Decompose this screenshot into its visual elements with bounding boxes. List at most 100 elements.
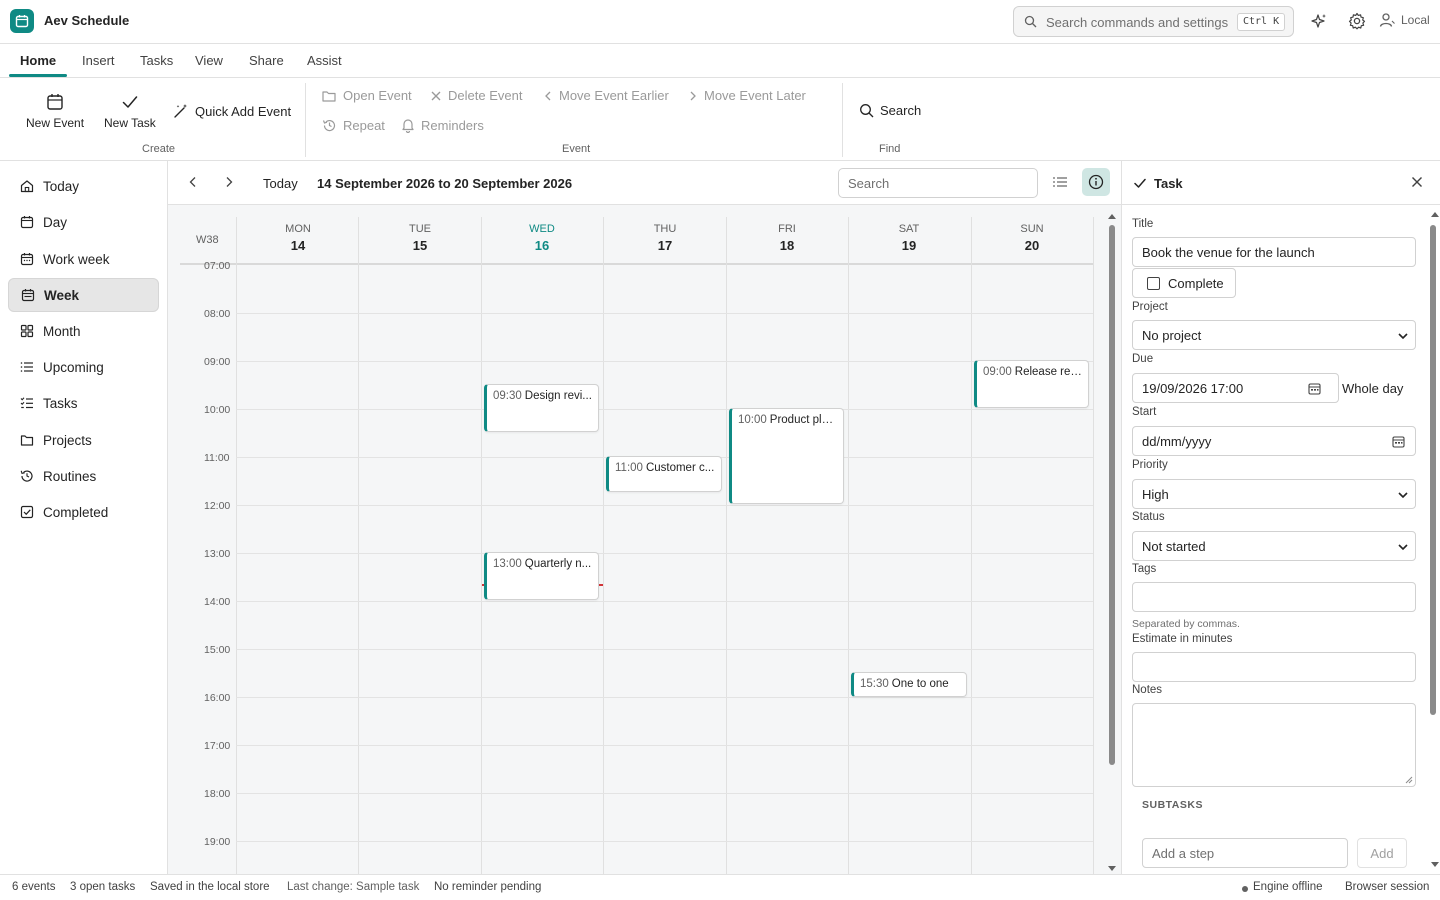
calendar-picker-icon[interactable] xyxy=(1308,382,1321,395)
new-event-button[interactable]: New Event xyxy=(26,92,84,130)
move-later-label: Move Event Later xyxy=(704,88,806,103)
tab-assist[interactable]: Assist xyxy=(307,53,342,68)
scrollbar-thumb[interactable] xyxy=(1109,225,1115,765)
week-calendar: Today 14 September 2026 to 20 September … xyxy=(168,161,1121,874)
start-label: Start xyxy=(1132,406,1157,418)
add-subtask-button[interactable]: Add xyxy=(1357,838,1407,868)
complete-toggle[interactable]: Complete xyxy=(1132,268,1236,298)
list-view-button[interactable] xyxy=(1052,175,1068,189)
calendar-event[interactable]: 09:30 Design revi... xyxy=(484,384,599,432)
delete-event-button[interactable]: Delete Event xyxy=(430,88,522,103)
find-search-label: Search xyxy=(880,103,922,118)
checkbox[interactable] xyxy=(1147,276,1160,290)
sidebar-item-routines[interactable]: Routines xyxy=(8,459,159,493)
title-input[interactable]: Book the venue for the launch xyxy=(1132,237,1416,267)
event-time: 15:30 xyxy=(860,678,889,690)
sidebar-item-upcoming[interactable]: Upcoming xyxy=(8,350,159,384)
command-search-placeholder: Search commands and settings xyxy=(1046,15,1229,30)
sidebar-item-completed[interactable]: Completed xyxy=(8,495,159,529)
close-panel-button[interactable] xyxy=(1411,176,1423,188)
sidebar-item-tasks[interactable]: Tasks xyxy=(8,386,159,420)
user-account-button[interactable]: Local xyxy=(1379,12,1430,28)
tab-tasks[interactable]: Tasks xyxy=(140,53,173,68)
hour-line xyxy=(236,313,1093,314)
status-select[interactable]: Not started xyxy=(1132,531,1416,561)
event-title: One to one xyxy=(891,678,949,690)
add-step-input[interactable]: Add a step xyxy=(1142,838,1348,868)
hour-label: 07:00 xyxy=(204,260,231,272)
notes-textarea[interactable] xyxy=(1132,703,1416,787)
engine-status: Engine offline xyxy=(1253,881,1323,893)
previous-week-button[interactable] xyxy=(186,175,200,189)
sidebar-item-month[interactable]: Month xyxy=(8,314,159,348)
day-header[interactable]: SUN 20 xyxy=(971,223,1093,253)
resize-grip-icon[interactable] xyxy=(1405,776,1413,784)
today-button[interactable]: Today xyxy=(263,176,298,191)
move-earlier-label: Move Event Earlier xyxy=(559,88,669,103)
new-task-button[interactable]: New Task xyxy=(104,92,156,130)
quick-add-event-button[interactable]: Quick Add Event xyxy=(173,103,291,119)
tags-input[interactable] xyxy=(1132,582,1416,612)
day-name: SUN xyxy=(1020,223,1044,235)
whole-day-toggle[interactable]: Whole day xyxy=(1342,381,1403,396)
day-header[interactable]: MON 14 xyxy=(237,223,359,253)
priority-select[interactable]: High xyxy=(1132,479,1416,509)
search-icon xyxy=(1024,15,1037,28)
open-event-button[interactable]: Open Event xyxy=(322,88,412,103)
tab-view[interactable]: View xyxy=(195,53,223,68)
scroll-down-arrow-icon[interactable] xyxy=(1108,866,1116,872)
calendar-event[interactable]: 11:00 Customer c... xyxy=(606,456,722,492)
move-earlier-button[interactable]: Move Event Earlier xyxy=(543,88,669,103)
calendar-event[interactable]: 09:00 Release rea... xyxy=(974,360,1089,408)
sidebar-item-label: Work week xyxy=(43,251,110,267)
day-header[interactable]: THU 17 xyxy=(604,223,726,253)
details-pane-toggle-button[interactable] xyxy=(1082,168,1110,196)
move-later-button[interactable]: Move Event Later xyxy=(688,88,806,103)
next-week-button[interactable] xyxy=(222,175,236,189)
day-header-today[interactable]: WED 16 xyxy=(481,223,603,253)
due-datetime-input[interactable]: 19/09/2026 17:00 xyxy=(1132,373,1339,403)
day-header[interactable]: FRI 18 xyxy=(726,223,848,253)
week-grid[interactable]: W38 MON 14 TUE 15 WED 16 THU 17 FRI 18 SAT 19 … xyxy=(168,205,1121,874)
settings-gear-button[interactable] xyxy=(1348,12,1366,30)
app-logo-icon xyxy=(10,9,34,33)
active-tab-indicator xyxy=(9,74,67,77)
event-title: Quarterly n... xyxy=(524,558,592,570)
checkmark-icon xyxy=(1133,176,1147,190)
calendar-event[interactable]: 10:00 Product pla... xyxy=(729,408,844,504)
calendar-event[interactable]: 15:30 One to one xyxy=(851,672,967,697)
sidebar-item-projects[interactable]: Projects xyxy=(8,423,159,457)
sidebar-item-today[interactable]: Today xyxy=(8,169,159,203)
sidebar-item-day[interactable]: Day xyxy=(8,205,159,239)
find-search-button[interactable]: Search xyxy=(859,103,921,118)
sidebar-item-week[interactable]: Week xyxy=(8,278,159,312)
scroll-up-arrow-icon[interactable] xyxy=(1431,211,1439,217)
quick-add-label: Quick Add Event xyxy=(195,103,292,119)
day-header[interactable]: SAT 19 xyxy=(848,223,970,253)
tab-insert[interactable]: Insert xyxy=(82,53,115,68)
assist-sparkle-button[interactable] xyxy=(1309,12,1329,32)
start-date-input[interactable]: dd/mm/yyyy xyxy=(1132,426,1416,456)
estimate-input[interactable] xyxy=(1132,652,1416,682)
day-header[interactable]: TUE 15 xyxy=(359,223,481,253)
scroll-down-arrow-icon[interactable] xyxy=(1431,862,1439,868)
reminders-button[interactable]: Reminders xyxy=(401,118,484,133)
scroll-up-arrow-icon[interactable] xyxy=(1108,213,1116,219)
sidebar-item-work-week[interactable]: Work week xyxy=(8,242,159,276)
calendar-picker-icon[interactable] xyxy=(1392,435,1405,448)
command-search-box[interactable]: Search commands and settings Ctrl K xyxy=(1013,6,1294,37)
panel-scrollbar-thumb[interactable] xyxy=(1430,225,1436,715)
hour-label: 13:00 xyxy=(204,548,231,560)
calendar-event[interactable]: 13:00 Quarterly n... xyxy=(484,552,599,600)
repeat-button[interactable]: Repeat xyxy=(322,118,385,133)
calendar-search-input[interactable] xyxy=(838,168,1038,198)
tab-share[interactable]: Share xyxy=(249,53,284,68)
calendar-scrollbar[interactable] xyxy=(1107,214,1117,874)
day-column-divider xyxy=(358,217,359,874)
sidebar-item-label: Upcoming xyxy=(43,359,104,375)
list-icon xyxy=(1052,175,1068,189)
day-column-divider xyxy=(848,217,849,874)
sidebar-item-label: Today xyxy=(43,178,80,194)
project-select[interactable]: No project xyxy=(1132,320,1416,350)
tab-home[interactable]: Home xyxy=(20,53,56,68)
